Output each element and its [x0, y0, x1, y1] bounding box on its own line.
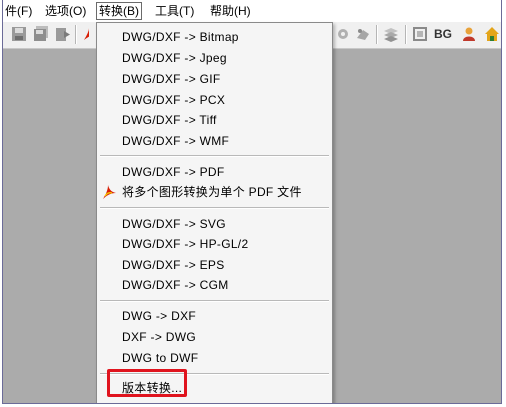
menu-item-dwg-to-dxf[interactable]: DWG -> DXF	[97, 306, 332, 326]
menu-item-label: DWG/DXF -> Bitmap	[122, 30, 239, 44]
menu-item-dwg-to-wmf[interactable]: DWG/DXF -> WMF	[97, 131, 332, 151]
convert-menu-dropdown: DWG/DXF -> Bitmap DWG/DXF -> Jpeg DWG/DX…	[96, 22, 333, 403]
menu-item-label: DWG/DXF -> HP-GL/2	[122, 237, 249, 251]
save-all-icon[interactable]	[33, 26, 49, 42]
save-icon[interactable]	[11, 26, 27, 42]
menu-item-dwg-to-eps[interactable]: DWG/DXF -> EPS	[97, 255, 332, 275]
menu-help[interactable]: 帮助(H)	[208, 3, 253, 19]
menu-item-dwg-to-bitmap[interactable]: DWG/DXF -> Bitmap	[97, 27, 332, 47]
menu-item-label: DWG/DXF -> EPS	[122, 258, 225, 272]
pdf-convert-icon[interactable]	[81, 26, 89, 42]
menu-item-label: DWG/DXF -> GIF	[122, 72, 221, 86]
pdf-convert-icon	[101, 184, 117, 200]
highlight-box	[107, 369, 187, 397]
user-icon[interactable]	[461, 26, 477, 42]
menu-tools[interactable]: 工具(T)	[153, 3, 196, 19]
menu-item-dwg-to-tiff[interactable]: DWG/DXF -> Tiff	[97, 110, 332, 130]
menu-item-label: DWG/DXF -> Tiff	[122, 113, 217, 127]
export-icon[interactable]	[55, 26, 71, 42]
menu-separator	[100, 207, 329, 209]
background-color-button[interactable]: BG	[434, 26, 454, 42]
menu-item-dwg-to-hpgl2[interactable]: DWG/DXF -> HP-GL/2	[97, 234, 332, 254]
menu-item-dwg-to-cgm[interactable]: DWG/DXF -> CGM	[97, 275, 332, 295]
toolbar-separator	[75, 25, 77, 44]
menu-item-dwg-to-pdf[interactable]: DWG/DXF -> PDF	[97, 162, 332, 182]
menu-item-dwg-to-pcx[interactable]: DWG/DXF -> PCX	[97, 90, 332, 110]
menu-item-label: DWG/DXF -> Jpeg	[122, 51, 227, 65]
menu-item-dwg-to-jpeg[interactable]: DWG/DXF -> Jpeg	[97, 48, 332, 68]
toolbar-separator	[376, 25, 378, 44]
menu-item-label: DWG -> DXF	[122, 309, 196, 323]
tool-icon[interactable]	[335, 26, 351, 42]
menu-item-label: DWG/DXF -> SVG	[122, 217, 226, 231]
menu-options[interactable]: 选项(O)	[43, 3, 88, 19]
menu-bar: 件(F) 选项(O) 转换(B) 工具(T) 帮助(H)	[3, 0, 501, 23]
menu-item-label: DXF -> DWG	[122, 330, 196, 344]
toolbar-separator	[405, 25, 407, 44]
tool-icon[interactable]	[355, 26, 371, 42]
menu-item-label: DWG/DXF -> PDF	[122, 165, 225, 179]
menu-separator	[100, 300, 329, 302]
layers-icon[interactable]	[383, 26, 399, 42]
menu-item-label: DWG/DXF -> WMF	[122, 134, 230, 148]
menu-item-dwg-to-dwf[interactable]: DWG to DWF	[97, 348, 332, 368]
menu-item-dxf-to-dwg[interactable]: DXF -> DWG	[97, 327, 332, 347]
menu-item-label: DWG/DXF -> PCX	[122, 93, 226, 107]
frame-icon[interactable]	[412, 26, 428, 42]
menu-item-label: 将多个图形转换为单个 PDF 文件	[122, 185, 302, 199]
home-icon[interactable]	[484, 26, 500, 42]
app-window: 件(F) 选项(O) 转换(B) 工具(T) 帮助(H) BG DWG/DXF …	[2, 0, 502, 404]
menu-separator	[100, 155, 329, 157]
menu-item-multi-pdf[interactable]: 将多个图形转换为单个 PDF 文件	[97, 182, 332, 202]
menu-item-dwg-to-gif[interactable]: DWG/DXF -> GIF	[97, 69, 332, 89]
menu-item-label: DWG to DWF	[122, 351, 199, 365]
menu-item-label: DWG/DXF -> CGM	[122, 278, 229, 292]
menu-file[interactable]: 件(F)	[3, 3, 34, 19]
menu-convert[interactable]: 转换(B)	[96, 2, 142, 20]
menu-item-dwg-to-svg[interactable]: DWG/DXF -> SVG	[97, 214, 332, 234]
